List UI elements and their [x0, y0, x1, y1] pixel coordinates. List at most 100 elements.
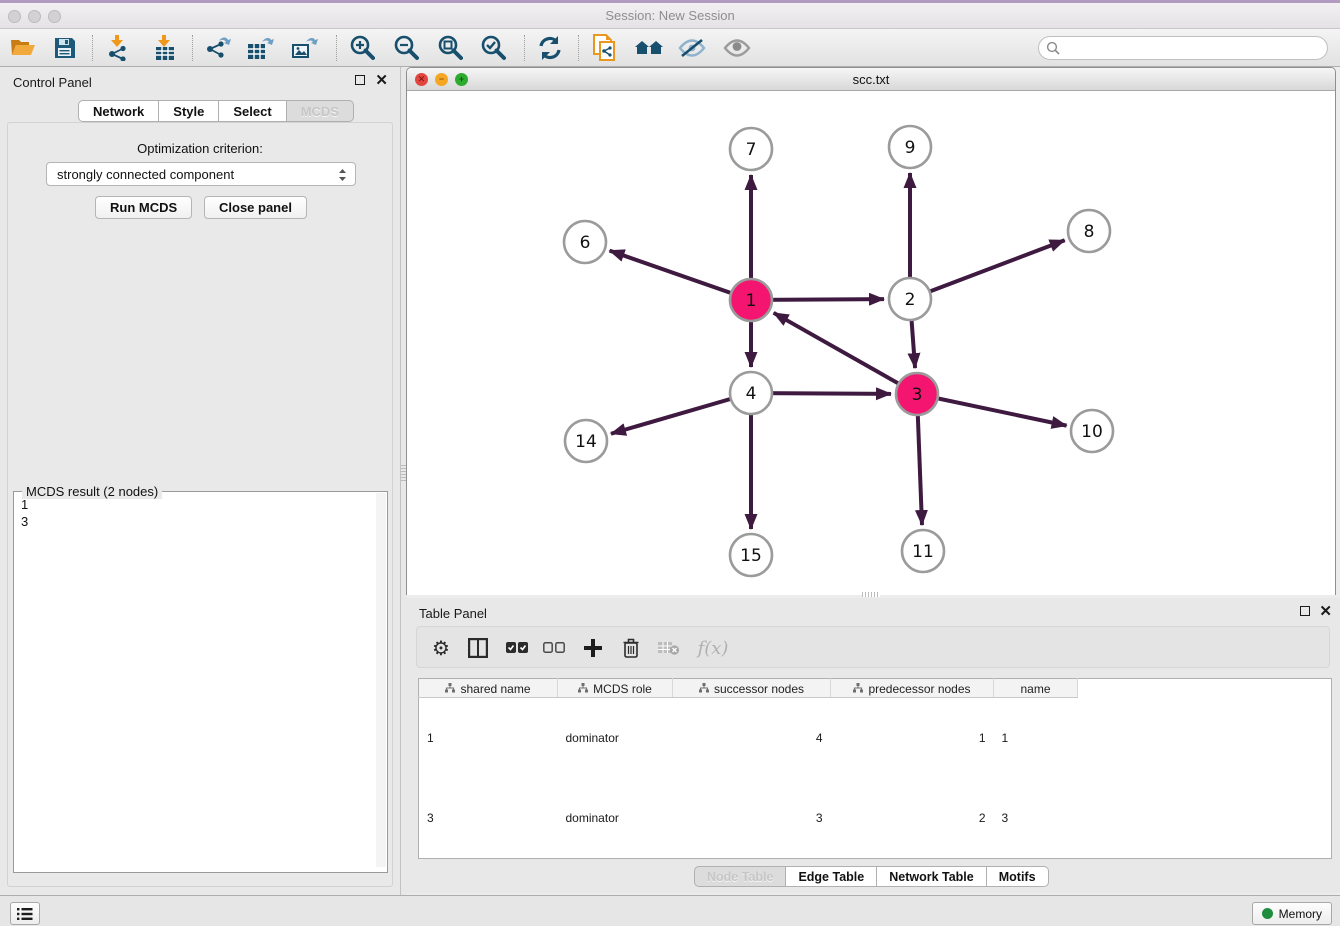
column-header-shared-name[interactable]: shared name [419, 679, 558, 698]
table-cell[interactable]: 3 [419, 778, 558, 859]
toolbar-separator [92, 35, 93, 61]
zoom-in-button[interactable] [345, 33, 379, 63]
table-cell[interactable]: 3 [673, 778, 831, 859]
tab-network[interactable]: Network [78, 100, 159, 122]
column-header-name[interactable]: name [994, 679, 1078, 698]
float-icon [1300, 606, 1310, 616]
zoom-fit-button[interactable] [433, 33, 467, 63]
tab-network-table[interactable]: Network Table [877, 866, 987, 887]
toolbar-separator [524, 35, 525, 61]
zoom-selected-button[interactable] [476, 33, 510, 63]
network-window-titlebar[interactable]: ✕ − + scc.txt [407, 68, 1335, 91]
open-session-button[interactable] [6, 33, 40, 63]
refresh-button[interactable] [533, 33, 567, 63]
table-cell[interactable]: dominator [558, 698, 673, 779]
search-input[interactable] [1038, 36, 1328, 60]
toolbar-separator [192, 35, 193, 61]
select-all-icon [506, 642, 528, 654]
graph-node-label: 2 [905, 290, 916, 310]
delete-column-button[interactable] [615, 632, 647, 664]
show-eye-button[interactable] [720, 33, 754, 63]
graph-node-label: 6 [580, 233, 591, 253]
graph-node-label: 11 [912, 542, 934, 562]
export-table-button[interactable] [244, 33, 278, 63]
tab-edge-table[interactable]: Edge Table [786, 866, 877, 887]
add-column-button[interactable] [577, 632, 609, 664]
export-network-button[interactable] [201, 33, 235, 63]
table-row[interactable]: 1dominator411 [419, 698, 1332, 779]
float-table-panel-button[interactable] [1300, 606, 1310, 618]
column-header-predecessor-nodes[interactable]: predecessor nodes [831, 679, 994, 698]
select-all-columns-button[interactable] [501, 632, 533, 664]
hierarchy-icon [853, 683, 863, 693]
table-settings-button[interactable]: ⚙ [425, 632, 457, 664]
tab-style[interactable]: Style [159, 100, 219, 122]
refresh-icon [537, 35, 563, 61]
table-cell[interactable]: 1 [419, 698, 558, 779]
tab-node-table[interactable]: Node Table [694, 866, 786, 887]
save-session-button[interactable] [48, 33, 82, 63]
tab-mcds[interactable]: MCDS [287, 100, 354, 122]
delete-table-button[interactable] [653, 632, 685, 664]
network-snapshot-button[interactable] [588, 33, 622, 63]
graph-edge-3-10[interactable] [917, 394, 1067, 426]
column-header-MCDS-role[interactable]: MCDS role [558, 679, 673, 698]
graph-edge-2-8[interactable] [910, 240, 1065, 299]
deselect-all-columns-button[interactable] [538, 632, 570, 664]
float-panel-button[interactable] [355, 75, 365, 87]
criterion-dropdown[interactable]: strongly connected component [46, 162, 356, 186]
control-panel-header: Control Panel ✕ [0, 67, 400, 97]
home-button[interactable] [632, 33, 666, 63]
main-toolbar [0, 29, 1340, 67]
tab-select[interactable]: Select [219, 100, 286, 122]
criterion-value: strongly connected component [57, 167, 234, 182]
table-tabs: Node Table Edge Table Network Table Moti… [694, 866, 1049, 887]
column-label: shared name [460, 681, 530, 695]
table-cell[interactable]: 3 [994, 778, 1078, 859]
close-panel-button[interactable]: Close panel [204, 196, 307, 219]
gear-icon: ⚙ [432, 636, 450, 661]
run-mcds-button[interactable]: Run MCDS [95, 196, 192, 219]
export-image-button[interactable] [288, 33, 322, 63]
import-network-button[interactable] [101, 33, 135, 63]
graph-node-label: 14 [575, 432, 597, 452]
network-canvas[interactable]: 7968124314101511 [407, 91, 1335, 595]
node-table: shared name MCDS role successor nodes prede… [418, 678, 1332, 859]
close-panel-icon-button[interactable]: ✕ [375, 75, 388, 87]
hide-eye-button[interactable] [675, 33, 709, 63]
table-cell[interactable]: 1 [831, 698, 994, 779]
window-title: Session: New Session [0, 8, 1340, 23]
zoom-out-button[interactable] [389, 33, 423, 63]
column-label: successor nodes [714, 681, 804, 695]
status-bar: Memory [0, 895, 1340, 926]
tab-motifs[interactable]: Motifs [987, 866, 1049, 887]
column-label: name [1020, 681, 1050, 695]
close-table-panel-button[interactable]: ✕ [1319, 606, 1332, 618]
table-panel-title: Table Panel [419, 606, 487, 621]
column-header-successor-nodes[interactable]: successor nodes [673, 679, 831, 698]
toolbar-separator [336, 35, 337, 61]
table-cell[interactable]: dominator [558, 778, 673, 859]
import-table-button[interactable] [148, 33, 182, 63]
dropdown-chevrons-icon [337, 167, 348, 183]
column-panel-button[interactable] [462, 632, 494, 664]
graph-edge-1-6[interactable] [610, 251, 751, 300]
memory-button[interactable]: Memory [1252, 902, 1332, 925]
graph-node-label: 8 [1084, 222, 1095, 242]
table-empty-space [1078, 679, 1332, 698]
search-icon [1046, 41, 1060, 55]
graph-node-label: 4 [746, 384, 757, 404]
mcds-result-text[interactable]: 1 3 [15, 496, 377, 866]
deselect-all-icon [543, 642, 565, 654]
graph-edge-3-1[interactable] [774, 313, 917, 394]
function-builder-button[interactable]: f(x) [691, 632, 735, 664]
result-scrollbar[interactable] [376, 493, 386, 867]
graph-node-label: 10 [1081, 422, 1103, 442]
table-cell[interactable]: 4 [673, 698, 831, 779]
horizontal-splitter-grip[interactable] [862, 592, 880, 597]
task-history-button[interactable] [10, 902, 40, 925]
snapshot-pages-icon [592, 34, 618, 62]
table-cell[interactable]: 2 [831, 778, 994, 859]
table-row[interactable]: 3dominator323 [419, 778, 1332, 859]
table-cell[interactable]: 1 [994, 698, 1078, 779]
